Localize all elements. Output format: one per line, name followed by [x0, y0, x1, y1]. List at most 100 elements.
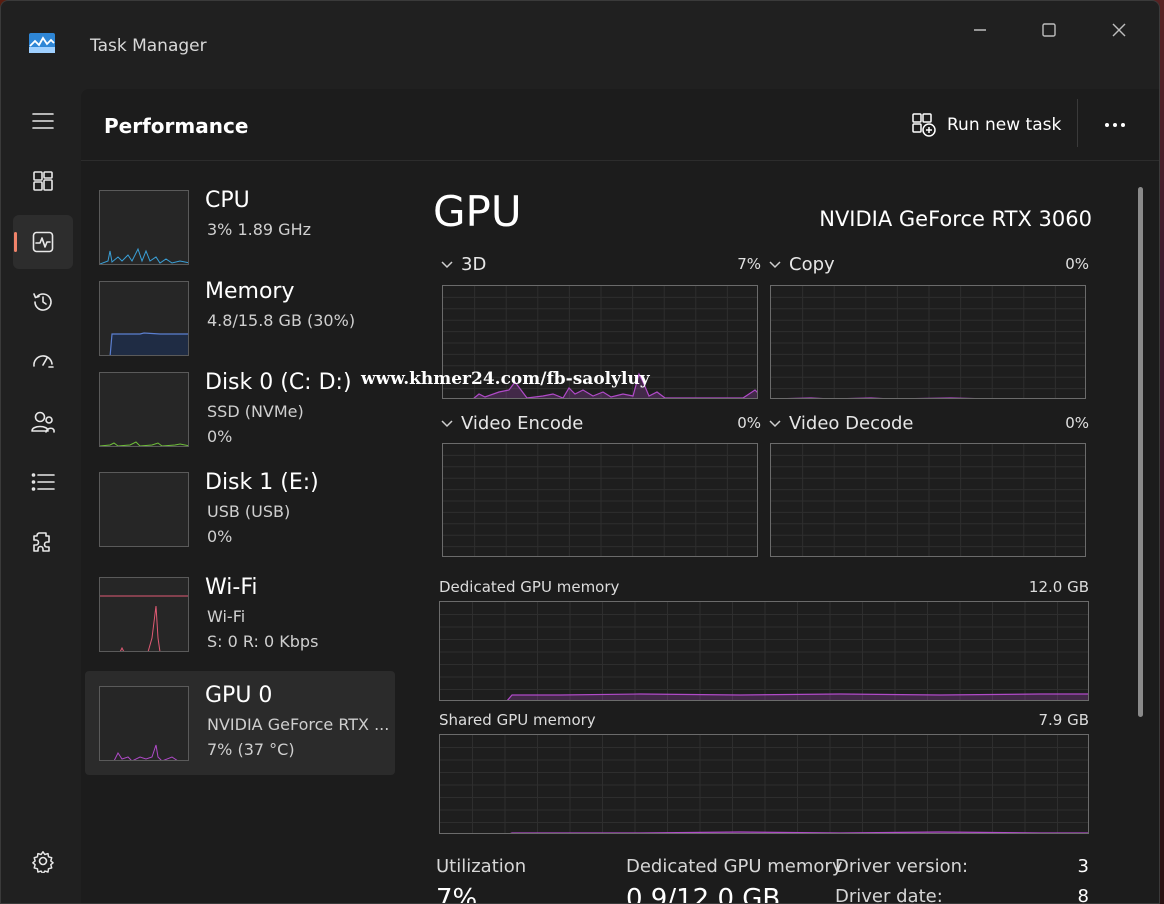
page-title: Performance [104, 114, 249, 138]
run-new-task-label: Run new task [947, 115, 1062, 135]
page-header: Performance Run new task [81, 89, 1159, 161]
nav-processes[interactable] [13, 154, 73, 208]
minimize-icon [974, 29, 986, 31]
shared-memory-graph [439, 734, 1089, 834]
device-detail: 0% [207, 427, 233, 446]
chevron-down-icon [441, 419, 453, 427]
menu-button[interactable] [13, 94, 73, 148]
device-detail: USB (USB) [207, 502, 291, 521]
details-icon [31, 473, 55, 491]
dedicated-stat-label: Dedicated GPU memory [626, 856, 843, 877]
task-manager-app-icon [29, 33, 55, 53]
menu-icon [32, 113, 54, 129]
more-dot-icon [1113, 123, 1117, 127]
watermark-text: www.khmer24.com/fb-saolyluy [361, 369, 650, 389]
chevron-down-icon [769, 419, 781, 427]
engine-percent: 0% [1065, 414, 1089, 432]
title-bar: Task Manager [1, 1, 1159, 89]
processes-icon [33, 171, 53, 191]
gpu-title: GPU [433, 187, 522, 236]
engine-label: Video Encode [461, 413, 584, 434]
users-icon [31, 411, 55, 433]
engine-percent: 7% [737, 255, 761, 273]
engine-copy-selector[interactable]: Copy [769, 254, 835, 275]
nav-settings[interactable] [13, 834, 73, 888]
engine-video-decode-selector[interactable]: Video Decode [769, 413, 914, 434]
driver-date-value: 8 [1077, 886, 1089, 904]
maximize-icon [1042, 23, 1056, 37]
task-manager-window: Task Manager Performance Run new task CP… [0, 0, 1160, 904]
memory-thumbnail-graph [99, 281, 189, 356]
engine-percent: 0% [737, 414, 761, 432]
engine-video-decode-graph [770, 443, 1086, 557]
disk-1-thumbnail-graph [99, 472, 189, 547]
window-title: Task Manager [90, 36, 207, 56]
maximize-button[interactable] [1034, 15, 1064, 45]
minimize-button[interactable] [965, 15, 995, 45]
device-name: Memory [205, 279, 295, 304]
nav-app-history[interactable] [13, 275, 73, 329]
device-detail: 3% 1.89 GHz [207, 220, 312, 239]
run-new-task-icon [912, 113, 936, 137]
engine-video-encode-selector[interactable]: Video Encode [441, 413, 583, 434]
app-history-icon [33, 293, 52, 311]
more-dot-icon [1105, 123, 1109, 127]
more-options-button[interactable] [1099, 109, 1131, 141]
copy-trace-line [786, 397, 976, 398]
chevron-down-icon [769, 260, 781, 268]
engine-label: 3D [461, 254, 487, 275]
vertical-scrollbar[interactable] [1138, 187, 1143, 717]
nav-services[interactable] [13, 515, 73, 569]
device-detail: S: 0 R: 0 Kbps [207, 632, 319, 651]
engine-copy-graph [770, 285, 1086, 399]
shared-memory-label: Shared GPU memory [439, 711, 596, 729]
engine-video-encode-graph [442, 443, 758, 557]
engine-percent: 0% [1065, 255, 1089, 273]
shared-memory-max: 7.9 GB [1038, 711, 1089, 729]
dedicated-stat-value: 0.9/12.0 GB [626, 884, 781, 904]
settings-icon [32, 851, 54, 873]
driver-version-label: Driver version: [835, 856, 969, 877]
engine-label: Video Decode [789, 413, 914, 434]
device-detail: NVIDIA GeForce RTX ... [207, 715, 390, 734]
run-new-task-button[interactable]: Run new task [911, 109, 1061, 141]
cpu-thumbnail-graph [99, 190, 189, 265]
disk-0-thumbnail-graph [99, 372, 189, 447]
more-dot-icon [1121, 123, 1125, 127]
nav-users[interactable] [13, 395, 73, 449]
dedicated-memory-graph [439, 601, 1089, 701]
close-button[interactable] [1104, 15, 1134, 45]
device-name: Disk 0 (C: D:) [205, 370, 352, 395]
gpu-model: NVIDIA GeForce RTX 3060 [819, 207, 1092, 231]
device-name: Wi-Fi [205, 575, 258, 600]
performance-panel: Performance Run new task CPU 3% 1.89 GHz [81, 89, 1159, 904]
driver-version-value: 3 [1077, 856, 1089, 877]
services-icon [33, 532, 50, 552]
nav-details[interactable] [13, 455, 73, 509]
device-name: Disk 1 (E:) [205, 470, 319, 495]
nav-startup-apps[interactable] [13, 335, 73, 389]
header-separator [1077, 99, 1078, 147]
device-cpu[interactable]: CPU 3% 1.89 GHz [85, 185, 395, 289]
dedicated-memory-max: 12.0 GB [1028, 578, 1089, 596]
driver-date-label: Driver date: [835, 886, 943, 904]
device-gpu-0[interactable]: GPU 0 NVIDIA GeForce RTX ... 7% (37 °C) [85, 671, 395, 775]
device-name: CPU [205, 188, 250, 213]
gpu-0-thumbnail-graph [99, 686, 189, 761]
nav-performance[interactable] [13, 215, 73, 269]
dedicated-memory-label: Dedicated GPU memory [439, 578, 620, 596]
startup-apps-icon [33, 355, 54, 368]
engine-3d-selector[interactable]: 3D [441, 254, 486, 275]
device-detail: 4.8/15.8 GB (30%) [207, 311, 356, 330]
device-memory[interactable]: Memory 4.8/15.8 GB (30%) [85, 276, 395, 380]
close-icon [1112, 23, 1126, 37]
device-detail: Wi-Fi [207, 607, 246, 626]
device-wifi[interactable]: Wi-Fi Wi-Fi S: 0 R: 0 Kbps [85, 575, 395, 681]
wifi-thumbnail-graph [99, 577, 189, 652]
device-name: GPU 0 [205, 683, 273, 708]
performance-icon [32, 231, 54, 253]
chevron-down-icon [441, 260, 453, 268]
device-disk-0[interactable]: Disk 0 (C: D:) SSD (NVMe) 0% [85, 367, 395, 471]
device-detail: 0% [207, 527, 233, 546]
device-disk-1[interactable]: Disk 1 (E:) USB (USB) 0% [85, 470, 395, 576]
